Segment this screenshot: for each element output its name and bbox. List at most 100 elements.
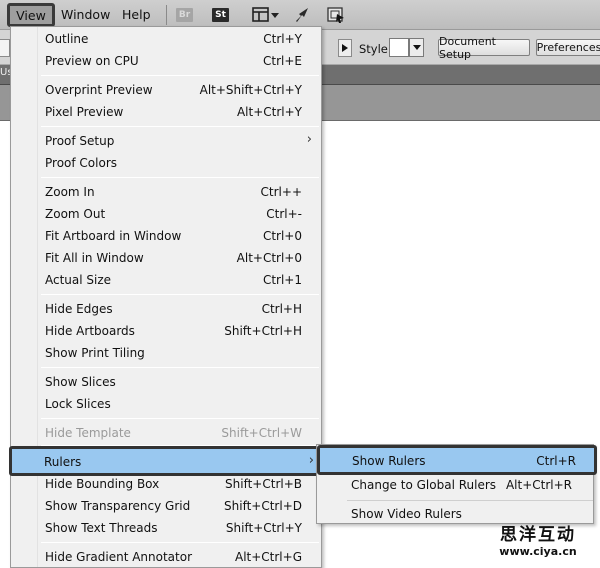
menu-item-proof-colors[interactable]: Proof Colors	[12, 152, 320, 174]
menu-item-shortcut: Alt+Shift+Ctrl+Y	[199, 83, 302, 97]
triangle-right-icon	[342, 44, 348, 52]
menu-item-shortcut: Shift+Ctrl+W	[221, 426, 302, 440]
menu-item-label: Show Slices	[45, 375, 116, 389]
menu-item-hide-gradient-annotator[interactable]: Hide Gradient Annotator Alt+Ctrl+G	[12, 546, 320, 568]
stock-badge-label: St	[215, 10, 226, 20]
submenu-arrow-icon: ›	[308, 453, 314, 468]
menu-item-shortcut: Ctrl+0	[262, 229, 302, 243]
menu-item-label: Show Transparency Grid	[45, 499, 191, 513]
menu-item-zoom-in[interactable]: Zoom In Ctrl++	[12, 181, 320, 203]
menu-item-shortcut: Shift+Ctrl+H	[224, 324, 302, 338]
menu-item-label: Proof Colors	[45, 156, 117, 170]
menu-item-label: Hide Edges	[45, 302, 113, 316]
menu-item-show-slices[interactable]: Show Slices	[12, 371, 320, 393]
menu-item-label: Preview on CPU	[45, 54, 139, 68]
menu-separator	[41, 418, 319, 419]
menu-item-label: Proof Setup	[45, 134, 115, 148]
menu-item-lock-slices[interactable]: Lock Slices	[12, 393, 320, 415]
preferences-button[interactable]: Preferences	[536, 39, 600, 56]
menu-help[interactable]: Help	[122, 7, 151, 22]
watermark-brand: 思洋互动	[500, 525, 576, 545]
control-bar-field-stub[interactable]	[0, 39, 10, 57]
graphic-style-swatch[interactable]	[389, 38, 409, 57]
document-setup-button[interactable]: Document Setup	[438, 35, 530, 61]
menu-item-shortcut: Ctrl+-	[266, 207, 302, 221]
menu-item-fit-artboard-in-window[interactable]: Fit Artboard in Window Ctrl+0	[12, 225, 320, 247]
submenu-item-label: Change to Global Rulers	[351, 478, 497, 492]
graphic-style-dropdown[interactable]	[409, 38, 424, 57]
menu-item-label: Hide Gradient Annotator	[45, 550, 193, 564]
submenu-item-label: Show Rulers	[352, 454, 426, 468]
menu-item-shortcut: Shift+Ctrl+B	[225, 477, 302, 491]
arrange-documents-button[interactable]	[252, 6, 280, 24]
menu-item-show-print-tiling[interactable]: Show Print Tiling	[12, 342, 320, 364]
menu-item-show-text-threads[interactable]: Show Text Threads Shift+Ctrl+Y	[12, 517, 320, 539]
submenu-item-shortcut: Alt+Ctrl+R	[505, 478, 572, 492]
menu-separator	[41, 177, 319, 178]
menu-separator	[41, 294, 319, 295]
document-setup-label: Document Setup	[439, 34, 496, 61]
menu-item-fit-all-in-window[interactable]: Fit All in Window Alt+Ctrl+0	[12, 247, 320, 269]
submenu-item-label: Show Video Rulers	[351, 507, 462, 521]
menu-separator	[41, 542, 319, 543]
menu-separator	[41, 75, 319, 76]
menu-item-shortcut: Shift+Ctrl+D	[224, 499, 302, 513]
menu-item-shortcut: Ctrl+H	[261, 302, 302, 316]
opacity-flyout-button[interactable]	[338, 39, 352, 57]
menu-item-show-transparency-grid[interactable]: Show Transparency Grid Shift+Ctrl+D	[12, 495, 320, 517]
menu-item-shortcut: Alt+Ctrl+Y	[236, 105, 302, 119]
menu-item-overprint-preview[interactable]: Overprint Preview Alt+Shift+Ctrl+Y	[12, 79, 320, 101]
menu-item-hide-bounding-box[interactable]: Hide Bounding Box Shift+Ctrl+B	[12, 473, 320, 495]
menu-item-actual-size[interactable]: Actual Size Ctrl+1	[12, 269, 320, 291]
submenu-item-change-to-global-rulers[interactable]: Change to Global Rulers Alt+Ctrl+R	[317, 473, 593, 495]
submenu-arrow-icon: ›	[306, 132, 312, 147]
menu-view[interactable]: View	[7, 3, 55, 27]
dropdown-caret-icon	[271, 13, 279, 18]
menu-item-shortcut: Shift+Ctrl+Y	[225, 521, 302, 535]
menu-item-shortcut: Ctrl+1	[262, 273, 302, 287]
menu-item-shortcut: Alt+Ctrl+G	[234, 550, 302, 564]
submenu-item-show-rulers[interactable]: Show Rulers Ctrl+R	[317, 445, 597, 475]
stock-button[interactable]: St	[212, 8, 229, 22]
watermark-url: www.ciya.cn	[499, 545, 577, 558]
preferences-label: Preferences	[536, 41, 600, 54]
menu-item-proof-setup[interactable]: Proof Setup ›	[12, 130, 320, 152]
sync-settings-button[interactable]	[326, 6, 346, 24]
menu-item-label: Hide Template	[45, 426, 131, 440]
chevron-down-icon	[412, 45, 421, 50]
gpu-performance-button[interactable]	[294, 6, 312, 24]
bridge-button[interactable]: Br	[176, 8, 193, 22]
gpu-rocket-icon	[296, 8, 308, 22]
menu-item-label: Overprint Preview	[45, 83, 153, 97]
menu-item-label: Hide Artboards	[45, 324, 135, 338]
menu-item-label: Show Print Tiling	[45, 346, 145, 360]
arrange-documents-icon	[252, 7, 279, 22]
menu-item-label: Lock Slices	[45, 397, 111, 411]
menu-item-label: Show Text Threads	[45, 521, 158, 535]
menu-item-hide-artboards[interactable]: Hide Artboards Shift+Ctrl+H	[12, 320, 320, 342]
menu-item-label: Fit All in Window	[45, 251, 144, 265]
menu-item-label: Rulers	[44, 455, 82, 469]
watermark: 思洋互动 www.ciya.cn	[483, 520, 593, 564]
menu-item-shortcut: Ctrl++	[260, 185, 302, 199]
menu-window[interactable]: Window	[61, 7, 110, 22]
menu-item-hide-edges[interactable]: Hide Edges Ctrl+H	[12, 298, 320, 320]
menu-item-rulers[interactable]: Rulers ›	[9, 446, 325, 476]
menu-item-pixel-preview[interactable]: Pixel Preview Alt+Ctrl+Y	[12, 101, 320, 123]
menu-item-preview-on-cpu[interactable]: Preview on CPU Ctrl+E	[12, 50, 320, 72]
menu-item-outline[interactable]: Outline Ctrl+Y	[12, 28, 320, 50]
menu-item-label: Fit Artboard in Window	[45, 229, 182, 243]
menu-item-label: Zoom Out	[45, 207, 106, 221]
bridge-badge-label: Br	[178, 10, 191, 20]
menu-item-label: Zoom In	[45, 185, 95, 199]
menu-item-label: Hide Bounding Box	[45, 477, 160, 491]
menu-separator	[41, 367, 319, 368]
menu-item-shortcut: Alt+Ctrl+0	[236, 251, 302, 265]
menu-item-hide-template: Hide Template Shift+Ctrl+W	[12, 422, 320, 444]
menu-item-label: Pixel Preview	[45, 105, 124, 119]
sync-settings-icon	[327, 7, 344, 23]
view-menu-dropdown: Outline Ctrl+Y Preview on CPU Ctrl+E Ove…	[9, 26, 325, 568]
menu-item-shortcut: Ctrl+Y	[263, 32, 302, 46]
rulers-submenu: Show Rulers Ctrl+R Change to Global Rule…	[316, 444, 597, 524]
menu-item-zoom-out[interactable]: Zoom Out Ctrl+-	[12, 203, 320, 225]
